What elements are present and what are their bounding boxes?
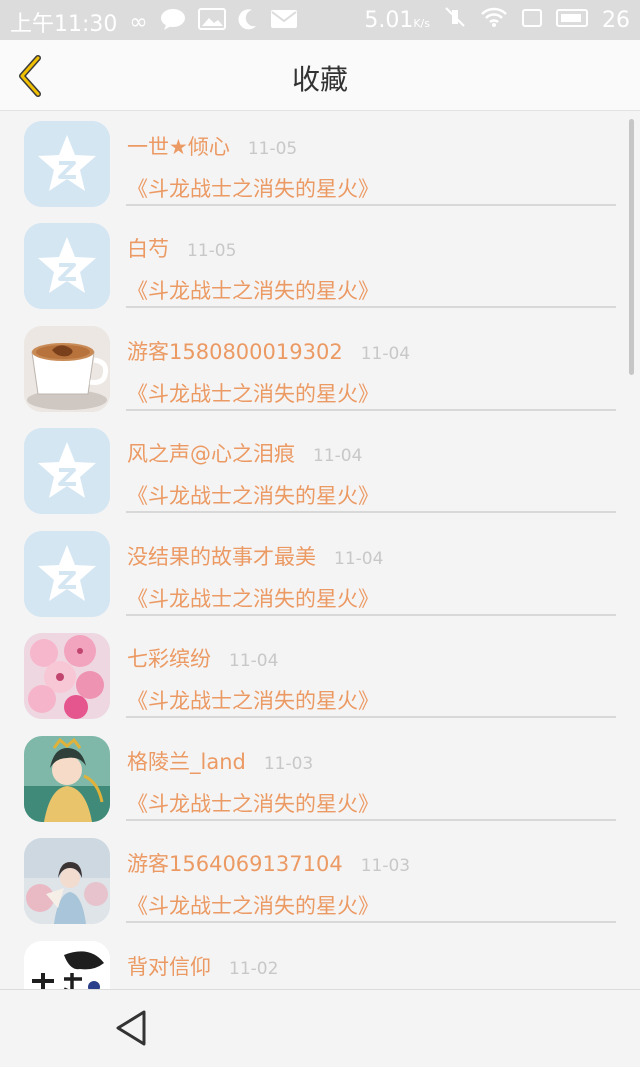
default-avatar-star-icon [24, 121, 110, 207]
book-title[interactable]: 《斗龙战士之消失的星火》 [127, 583, 379, 613]
user-name-text: 风之声@心之泪痕 [127, 442, 295, 466]
status-left: 上午11:30 ∞ [10, 6, 298, 38]
date-text: 11-03 [360, 856, 411, 876]
chat-icon [160, 8, 186, 36]
book-title[interactable]: 《斗龙战士之消失的星火》 [127, 173, 379, 203]
date-text: 11-04 [313, 446, 363, 466]
anime-girl-avatar-icon [24, 736, 110, 822]
user-name: 格陵兰_land 11-03 [127, 746, 313, 776]
battery-level: 26 [602, 7, 630, 33]
date-text: 11-04 [334, 549, 384, 569]
default-avatar-star-icon [24, 223, 110, 309]
list-item[interactable]: 没结果的故事才最美 11-04 《斗龙战士之消失的星火》 [0, 521, 640, 624]
date-text: 11-02 [229, 959, 279, 979]
sim-icon [522, 8, 542, 33]
user-name-text: 游客1564069137104 [127, 852, 343, 876]
user-name-text: 背对信仰 [127, 955, 211, 979]
nav-back-button[interactable] [110, 1006, 154, 1050]
app-header: 收藏 [0, 40, 640, 111]
user-name: 游客1564069137104 11-03 [127, 848, 410, 878]
date-text: 11-05 [187, 241, 237, 261]
user-name-text: 游客1580800019302 [127, 340, 343, 364]
divider [126, 409, 616, 411]
list-item[interactable]: 风之声@心之泪痕 11-04 《斗龙战士之消失的星火》 [0, 419, 640, 522]
user-name-text: 格陵兰_land [127, 750, 246, 774]
page-title: 收藏 [291, 63, 348, 96]
divider [126, 614, 616, 616]
user-name: 风之声@心之泪痕 11-04 [127, 438, 362, 468]
divider [126, 716, 616, 718]
cherry-blossom-avatar-icon [24, 633, 110, 719]
girl-photo-avatar-icon [24, 838, 110, 924]
default-avatar-star-icon [24, 531, 110, 617]
battery-icon [556, 8, 588, 33]
user-name: 一世★倾心 11-05 [127, 131, 297, 161]
divider [126, 921, 616, 923]
divider [126, 306, 616, 308]
book-title[interactable]: 《斗龙战士之消失的星火》 [127, 480, 379, 510]
image-icon [197, 8, 226, 36]
status-right: 5.01K/s 26 [364, 6, 630, 34]
infinity-icon: ∞ [129, 9, 148, 35]
wifi-icon [480, 6, 508, 34]
date-text: 11-05 [247, 139, 298, 159]
moon-icon [238, 8, 258, 36]
default-avatar-star-icon [24, 428, 110, 514]
book-title[interactable]: 《斗龙战士之消失的星火》 [127, 890, 379, 920]
list-item[interactable]: 格陵兰_land 11-03 《斗龙战士之消失的星火》 [0, 726, 640, 829]
divider [126, 204, 616, 206]
list-item[interactable]: 游客1580800019302 11-04 《斗龙战士之消失的星火》 [0, 316, 640, 419]
mail-icon [270, 8, 298, 36]
user-name-text: 七彩缤纷 [127, 647, 211, 671]
book-title[interactable]: 《斗龙战士之消失的星火》 [127, 685, 379, 715]
network-speed: 5.01K/s [364, 8, 430, 33]
book-title[interactable]: 《斗龙战士之消失的星火》 [127, 788, 379, 818]
coffee-avatar-icon [24, 326, 110, 412]
date-text: 11-03 [263, 754, 314, 774]
user-name-text: 白芍 [127, 237, 169, 261]
list-item[interactable]: 背对信仰 11-02 [0, 931, 640, 989]
triangle-back-icon [116, 1010, 146, 1046]
list-item[interactable]: 游客1564069137104 11-03 《斗龙战士之消失的星火》 [0, 829, 640, 932]
date-text: 11-04 [229, 651, 279, 671]
status-bar: 上午11:30 ∞ 5.01K/s 26 [0, 0, 640, 40]
divider [126, 819, 616, 821]
user-name-text: 一世★倾心 [127, 135, 230, 159]
user-name: 背对信仰 11-02 [127, 951, 278, 981]
date-text: 11-04 [360, 344, 411, 364]
favorites-list[interactable]: 一世★倾心 11-05 《斗龙战士之消失的星火》 白芍 11-05 《斗龙战士之消失… [0, 111, 640, 989]
user-name: 白芍 11-05 [127, 233, 236, 263]
scrollbar[interactable] [629, 119, 634, 375]
book-title[interactable]: 《斗龙战士之消失的星火》 [127, 378, 379, 408]
user-name: 七彩缤纷 11-04 [127, 643, 278, 673]
navigation-bar [0, 989, 640, 1067]
speed-unit: K/s [413, 16, 430, 30]
list-item[interactable]: 白芍 11-05 《斗龙战士之消失的星火》 [0, 214, 640, 317]
list-item[interactable]: 七彩缤纷 11-04 《斗龙战士之消失的星火》 [0, 624, 640, 727]
calligraphy-avatar-icon [24, 941, 110, 989]
user-name-text: 没结果的故事才最美 [127, 545, 316, 569]
speed-value: 5.01 [364, 7, 414, 33]
divider [126, 511, 616, 513]
book-title[interactable]: 《斗龙战士之消失的星火》 [127, 275, 379, 305]
clock: 上午11:30 [10, 12, 118, 37]
user-name: 没结果的故事才最美 11-04 [127, 541, 383, 571]
list-item[interactable]: 一世★倾心 11-05 《斗龙战士之消失的星火》 [0, 111, 640, 214]
mute-icon [444, 6, 466, 34]
user-name: 游客1580800019302 11-04 [127, 336, 410, 366]
